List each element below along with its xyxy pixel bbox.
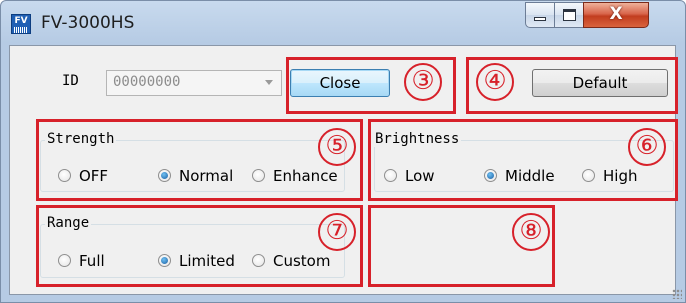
- title-bar[interactable]: FV FV-3000HS X: [1, 1, 685, 45]
- callout-box-6: [368, 119, 678, 201]
- app-icon[interactable]: FV: [11, 14, 31, 34]
- callout-box-5: [36, 119, 363, 201]
- callout-number-3: ③: [404, 63, 442, 101]
- resize-grip-icon[interactable]: [672, 289, 682, 299]
- callout-number-5: ⑤: [318, 128, 356, 166]
- chevron-down-icon[interactable]: [265, 80, 273, 85]
- callout-number-4: ④: [476, 63, 514, 101]
- id-combo[interactable]: 00000000: [106, 70, 282, 96]
- callout-box-7: [36, 205, 363, 287]
- maximize-button[interactable]: [554, 2, 584, 28]
- maximize-icon: [563, 9, 576, 21]
- callout-number-6: ⑥: [628, 128, 666, 166]
- id-label: ID: [62, 73, 79, 89]
- id-combo-value: 00000000: [113, 74, 181, 90]
- minimize-icon: [534, 17, 546, 21]
- callout-number-8: ⑧: [512, 213, 550, 251]
- minimize-button[interactable]: [525, 2, 555, 28]
- close-window-button[interactable]: X: [583, 2, 649, 28]
- callout-number-7: ⑦: [318, 213, 356, 251]
- close-icon: X: [609, 4, 623, 24]
- window-title: FV-3000HS: [41, 13, 135, 33]
